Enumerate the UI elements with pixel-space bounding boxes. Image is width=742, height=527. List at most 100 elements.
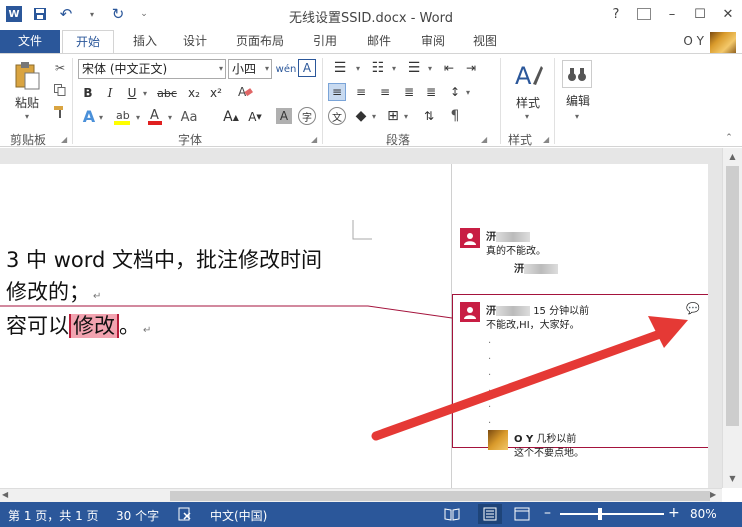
bold-icon[interactable]: B xyxy=(80,84,96,102)
zoom-level[interactable]: 80% xyxy=(690,507,717,521)
show-marks-icon[interactable]: ¶ xyxy=(446,107,464,125)
user-avatar[interactable] xyxy=(710,32,736,54)
zoom-out-button[interactable]: – xyxy=(544,505,551,521)
ribbon-display-button[interactable] xyxy=(637,8,651,20)
align-right-icon[interactable]: ≡ xyxy=(376,83,394,101)
tab-design[interactable]: 设计 xyxy=(178,30,212,54)
vertical-scrollbar[interactable]: ▲ ▼ xyxy=(722,148,742,488)
paste-dropdown-icon[interactable]: ▾ xyxy=(20,110,34,122)
tab-mailings[interactable]: 邮件 xyxy=(362,30,396,54)
print-layout-icon[interactable] xyxy=(478,504,502,524)
paragraph-launcher-icon[interactable]: ◢ xyxy=(481,135,487,144)
shrink-font-icon[interactable]: A ▼ xyxy=(246,108,264,126)
borders-dropdown-icon[interactable]: ▾ xyxy=(402,107,410,125)
annotation-arrow-shaft xyxy=(371,329,665,441)
superscript-icon[interactable]: x² xyxy=(206,84,226,102)
styles-icon[interactable]: A xyxy=(512,60,544,90)
tab-review[interactable]: 审阅 xyxy=(416,30,450,54)
cut-icon[interactable]: ✂ xyxy=(52,60,68,76)
zoom-in-button[interactable]: + xyxy=(668,505,680,521)
shading-dropdown-icon[interactable]: ▾ xyxy=(370,107,378,125)
styles-dropdown-icon[interactable]: ▾ xyxy=(520,110,534,122)
subscript-icon[interactable]: x₂ xyxy=(184,84,204,102)
highlight-dropdown-icon[interactable]: ▾ xyxy=(134,108,142,126)
font-name-combo[interactable]: 宋体 (中文正文) ▾ xyxy=(78,59,226,79)
clear-formatting-icon[interactable]: A xyxy=(236,82,254,100)
comment-connector-line xyxy=(0,305,453,319)
chinese-layout-icon[interactable]: 文 xyxy=(328,107,346,125)
bullets-dropdown-icon[interactable]: ▾ xyxy=(354,59,362,77)
zoom-slider-thumb[interactable] xyxy=(598,508,602,520)
strikethrough-icon[interactable]: abc xyxy=(154,84,180,102)
highlight-color-icon[interactable]: ab xyxy=(112,106,132,126)
italic-icon[interactable]: I xyxy=(102,84,118,102)
numbering-dropdown-icon[interactable]: ▾ xyxy=(390,59,398,77)
collapse-ribbon-icon[interactable]: ⌃ xyxy=(722,132,736,144)
scroll-right-icon[interactable]: ▶ xyxy=(710,490,716,499)
underline-dropdown-icon[interactable]: ▾ xyxy=(140,84,150,102)
minimize-button[interactable]: – xyxy=(658,0,686,28)
styles-launcher-icon[interactable]: ◢ xyxy=(543,135,549,144)
tab-references[interactable]: 引用 xyxy=(308,30,342,54)
multilevel-dropdown-icon[interactable]: ▾ xyxy=(426,59,434,77)
character-border-icon[interactable]: A xyxy=(298,59,316,77)
font-color-dropdown-icon[interactable]: ▾ xyxy=(166,108,174,126)
character-shading-icon[interactable]: A xyxy=(276,108,292,124)
zoom-slider[interactable] xyxy=(560,513,664,515)
text-effects-icon[interactable]: A xyxy=(80,106,98,126)
close-button[interactable]: ✕ xyxy=(714,0,742,28)
editing-button[interactable]: 编辑 xyxy=(556,92,600,108)
maximize-button[interactable]: ☐ xyxy=(686,0,714,28)
editing-dropdown-icon[interactable]: ▾ xyxy=(570,110,584,122)
proofing-icon[interactable] xyxy=(178,507,192,524)
scroll-left-icon[interactable]: ◀ xyxy=(2,490,8,499)
phonetic-guide-icon[interactable]: wén xyxy=(276,59,297,79)
scroll-up-icon[interactable]: ▲ xyxy=(723,148,742,164)
increase-indent-icon[interactable]: ⇥ xyxy=(462,59,480,77)
user-name[interactable]: O Y xyxy=(683,34,704,48)
font-color-icon[interactable]: A xyxy=(146,106,164,126)
text-effects-dropdown-icon[interactable]: ▾ xyxy=(97,108,105,126)
read-mode-icon[interactable] xyxy=(444,507,460,524)
paste-button[interactable]: 粘贴 xyxy=(8,94,46,110)
justify-icon[interactable]: ≣ xyxy=(400,83,418,101)
change-case-icon[interactable]: Aa xyxy=(180,108,198,126)
tab-home[interactable]: 开始 xyxy=(62,30,114,54)
web-layout-icon[interactable] xyxy=(514,507,530,524)
tab-view[interactable]: 视图 xyxy=(468,30,502,54)
horizontal-scrollbar[interactable]: ◀ ▶ xyxy=(0,488,722,502)
line-spacing-icon[interactable]: ↕ xyxy=(446,83,464,101)
word-count[interactable]: 30 个字 xyxy=(116,507,159,524)
decrease-indent-icon[interactable]: ⇤ xyxy=(440,59,458,77)
borders-icon[interactable]: ⊞ xyxy=(384,107,402,125)
binoculars-icon[interactable] xyxy=(562,60,592,88)
tab-layout[interactable]: 页面布局 xyxy=(232,30,288,54)
tab-insert[interactable]: 插入 xyxy=(128,30,162,54)
underline-icon[interactable]: U xyxy=(124,84,140,102)
enclose-characters-icon[interactable]: 字 xyxy=(298,107,316,125)
align-left-icon[interactable]: ≡ xyxy=(328,83,346,101)
line-spacing-dropdown-icon[interactable]: ▾ xyxy=(464,83,472,101)
paste-icon[interactable] xyxy=(10,60,44,92)
copy-icon[interactable] xyxy=(52,82,68,98)
scroll-thumb[interactable] xyxy=(726,166,739,426)
bullets-icon[interactable]: ☰ xyxy=(328,59,352,77)
clipboard-launcher-icon[interactable]: ◢ xyxy=(61,135,67,144)
grow-font-icon[interactable]: A ▲ xyxy=(222,108,240,126)
shading-icon[interactable]: ◆ xyxy=(352,107,370,125)
font-size-combo[interactable]: 小四 ▾ xyxy=(228,59,272,79)
tab-file[interactable]: 文件 xyxy=(0,30,60,54)
numbering-icon[interactable]: ☷ xyxy=(366,59,390,77)
multilevel-list-icon[interactable]: ☰ xyxy=(402,59,426,77)
align-center-icon[interactable]: ≡ xyxy=(352,83,370,101)
distributed-icon[interactable]: ≣ xyxy=(422,83,440,101)
font-launcher-icon[interactable]: ◢ xyxy=(311,135,317,144)
sort-icon[interactable]: ⇅ xyxy=(420,107,438,125)
help-button[interactable]: ? xyxy=(602,0,630,28)
scroll-down-icon[interactable]: ▼ xyxy=(723,470,742,486)
scroll-thumb[interactable] xyxy=(170,491,710,501)
styles-button[interactable]: 样式 xyxy=(506,94,550,110)
format-painter-icon[interactable] xyxy=(52,104,68,120)
language-indicator[interactable]: 中文(中国) xyxy=(210,507,267,524)
page-count[interactable]: 第 1 页，共 1 页 xyxy=(8,507,99,524)
